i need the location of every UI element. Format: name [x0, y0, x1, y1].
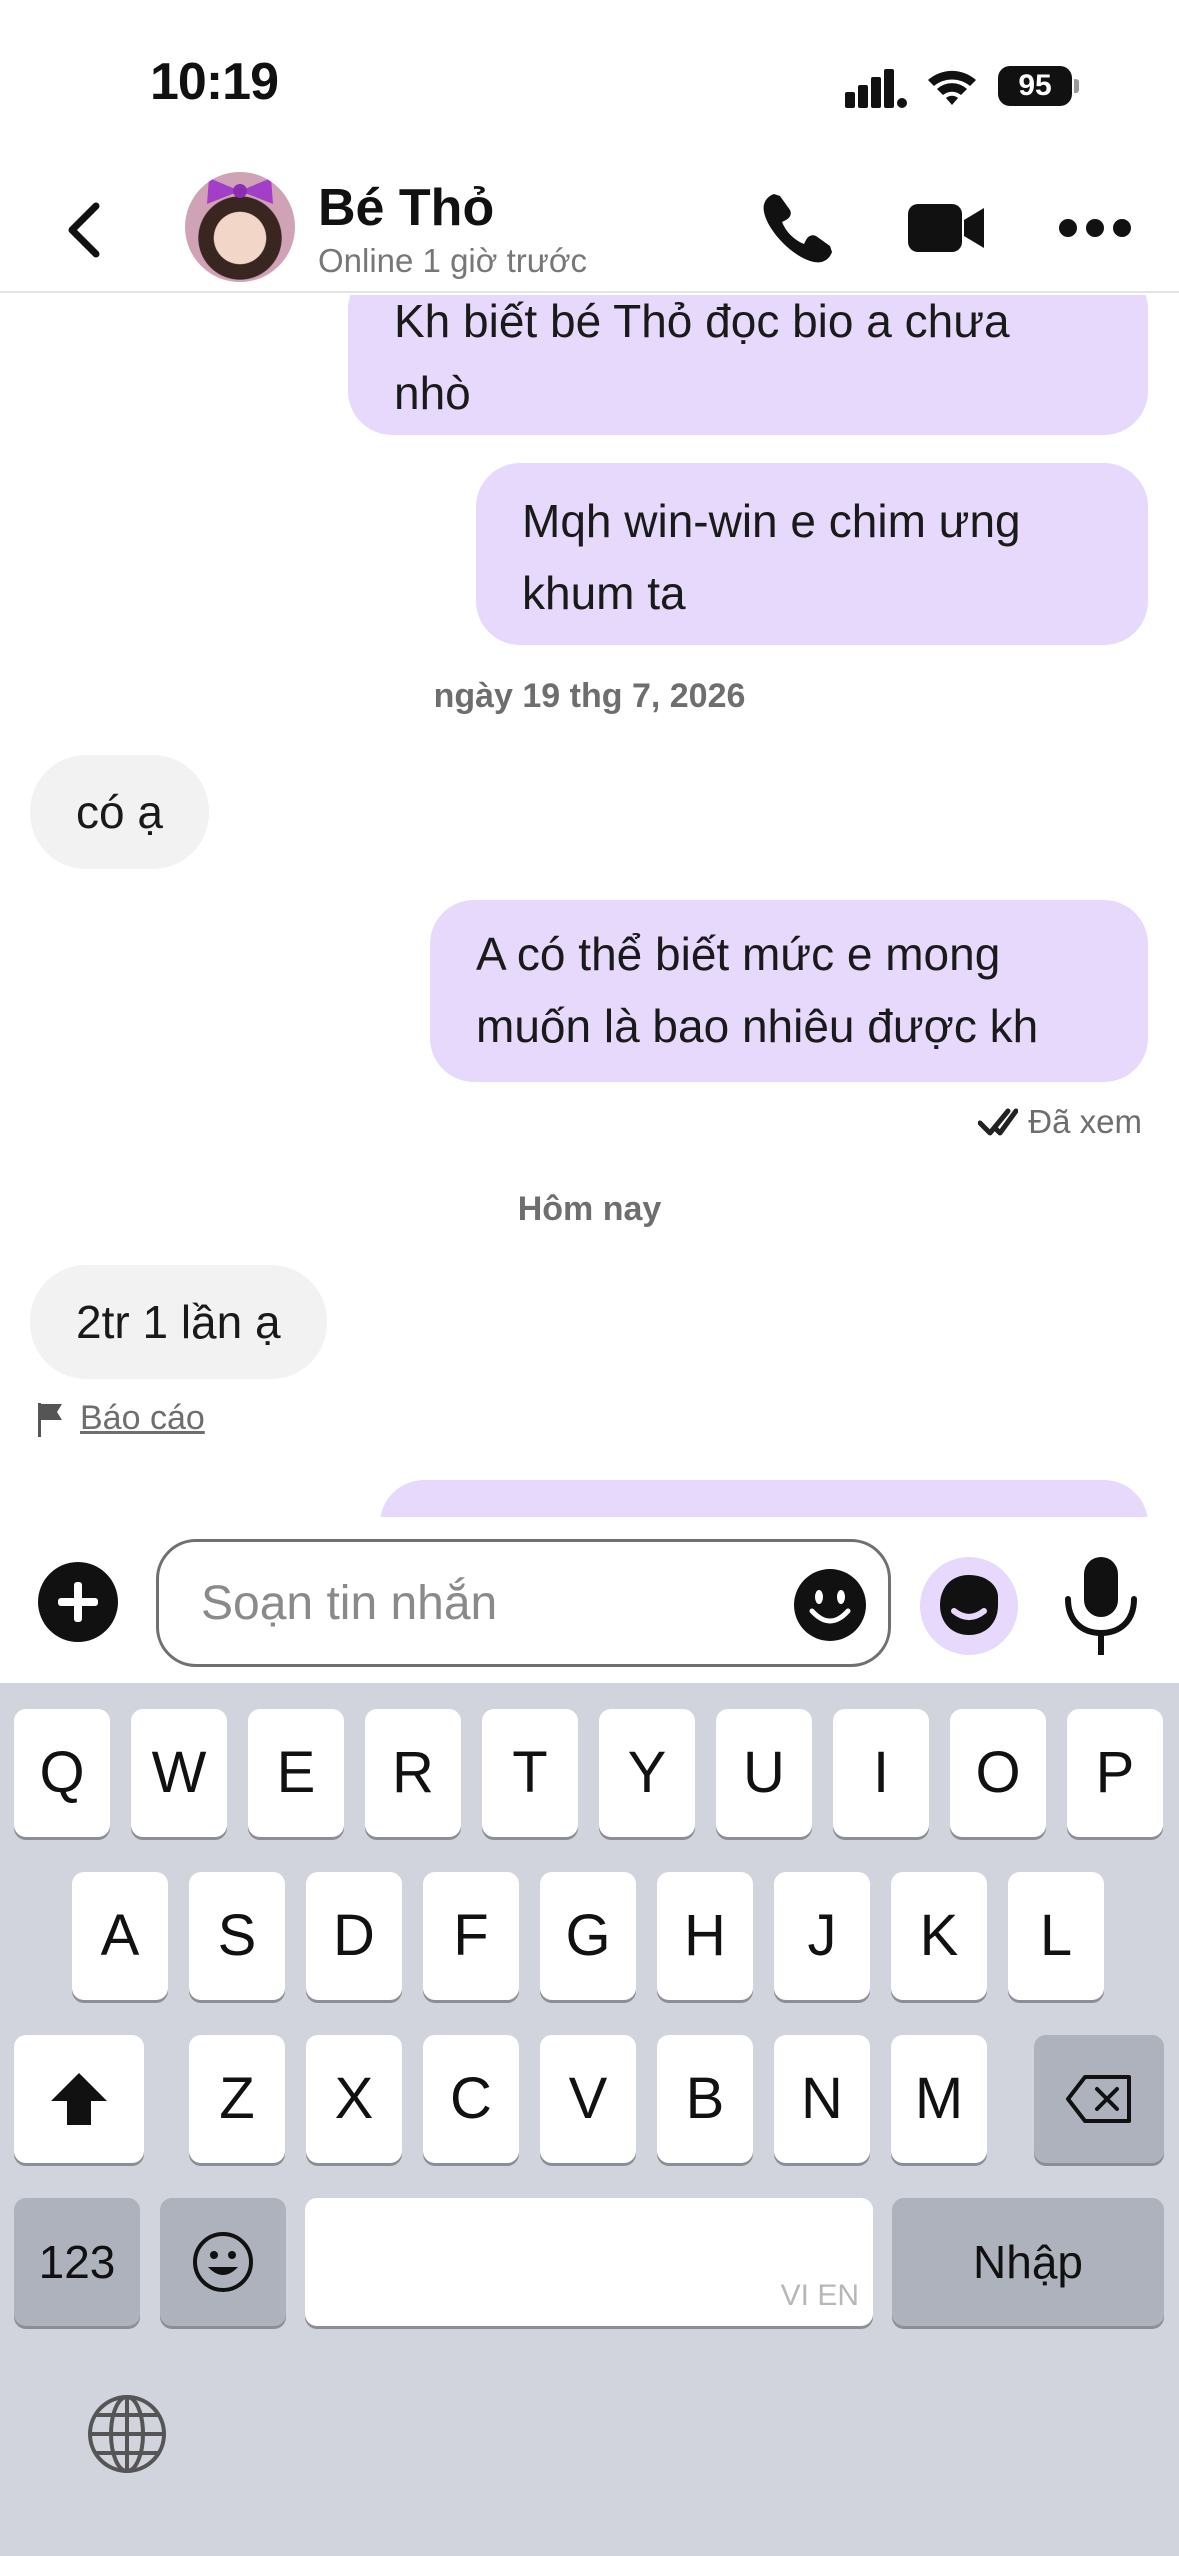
outgoing-message[interactable]: A có thể biết mức e mong muốn là bao nhi… — [430, 900, 1148, 1082]
key-e[interactable]: E — [248, 1709, 344, 1837]
key-s[interactable]: S — [189, 1872, 285, 2000]
numbers-key[interactable]: 123 — [14, 2198, 140, 2326]
key-i[interactable]: I — [833, 1709, 929, 1837]
status-time: 10:19 — [150, 53, 279, 111]
key-d[interactable]: D — [306, 1872, 402, 2000]
add-attachment-button[interactable] — [38, 1562, 118, 1642]
key-r[interactable]: R — [365, 1709, 461, 1837]
key-q[interactable]: Q — [14, 1709, 110, 1837]
key-x[interactable]: X — [306, 2035, 402, 2163]
key-j[interactable]: J — [774, 1872, 870, 2000]
status-bar: 10:19 95 — [0, 0, 1179, 160]
avatar-bow-icon — [207, 178, 273, 204]
date-separator: ngày 19 thg 7, 2026 — [433, 677, 746, 715]
key-n[interactable]: N — [774, 2035, 870, 2163]
flag-icon — [38, 1402, 62, 1437]
key-c[interactable]: C — [423, 2035, 519, 2163]
plus-icon — [58, 1582, 98, 1622]
globe-icon[interactable] — [86, 2393, 168, 2475]
contact-avatar[interactable] — [185, 172, 295, 282]
outgoing-message[interactable]: Mqh win-win e chim ưng khum ta — [476, 463, 1148, 645]
space-key[interactable]: VI EN — [305, 2198, 873, 2326]
double-check-icon — [978, 1108, 1019, 1136]
seen-label: Đã xem — [1028, 1103, 1142, 1140]
message-line: Mqh win-win e chim ưng — [522, 495, 1021, 547]
contact-online-status: Online 1 giờ trước — [318, 242, 587, 279]
key-k[interactable]: K — [891, 1872, 987, 2000]
message-line: có ạ — [76, 786, 163, 838]
cellular-signal-icon — [845, 69, 907, 108]
message-line: muốn là bao nhiêu được kh — [476, 1000, 1039, 1052]
report-label[interactable]: Báo cáo — [80, 1399, 205, 1438]
key-v[interactable]: V — [540, 2035, 636, 2163]
chat-header: Bé Thỏ Online 1 giờ trước — [0, 160, 1179, 293]
back-arrow-icon[interactable] — [60, 200, 110, 260]
language-indicator: VI EN — [780, 2279, 859, 2312]
key-w[interactable]: W — [131, 1709, 227, 1837]
message-input[interactable] — [156, 1539, 891, 1667]
sticker-icon — [940, 1575, 998, 1635]
shift-icon — [51, 2073, 107, 2125]
emoji-icon[interactable] — [792, 1567, 868, 1643]
battery-level: 95 — [998, 66, 1072, 106]
phone-call-icon[interactable] — [760, 190, 836, 266]
message-composer — [0, 1517, 1179, 1683]
video-call-icon[interactable] — [908, 200, 986, 256]
key-m[interactable]: M — [891, 2035, 987, 2163]
key-g[interactable]: G — [540, 1872, 636, 2000]
microphone-icon[interactable] — [1060, 1553, 1142, 1659]
contact-name[interactable]: Bé Thỏ — [318, 178, 494, 238]
keyboard: Q W E R T Y U I O P A S D F G H J K L Z … — [0, 1683, 1179, 2556]
key-f[interactable]: F — [423, 1872, 519, 2000]
key-a[interactable]: A — [72, 1872, 168, 2000]
outgoing-message[interactable]: Kh biết bé Thỏ đọc bio a chưa nhò — [348, 295, 1148, 435]
key-t[interactable]: T — [482, 1709, 578, 1837]
key-o[interactable]: O — [950, 1709, 1046, 1837]
seen-receipt: Đã xem — [978, 1103, 1142, 1141]
wifi-icon — [928, 70, 976, 105]
key-u[interactable]: U — [716, 1709, 812, 1837]
more-options-icon[interactable] — [1058, 218, 1132, 238]
battery-indicator: 95 — [998, 66, 1079, 106]
message-line: A có thể biết mức e mong — [476, 928, 1001, 980]
message-line: nhò — [394, 367, 471, 419]
sticker-button[interactable] — [920, 1557, 1018, 1655]
backspace-key[interactable] — [1034, 2035, 1164, 2163]
message-line: Kh biết bé Thỏ đọc bio a chưa — [394, 295, 1010, 347]
backspace-icon — [1066, 2075, 1131, 2123]
message-line: khum ta — [522, 567, 686, 619]
key-y[interactable]: Y — [599, 1709, 695, 1837]
message-list[interactable]: Kh biết bé Thỏ đọc bio a chưa nhò Mqh wi… — [0, 295, 1179, 1517]
key-z[interactable]: Z — [189, 2035, 285, 2163]
return-key[interactable]: Nhập — [892, 2198, 1164, 2326]
battery-tip — [1074, 79, 1079, 93]
key-b[interactable]: B — [657, 2035, 753, 2163]
incoming-message[interactable]: 2tr 1 lần ạ — [30, 1265, 327, 1379]
shift-key[interactable] — [14, 2035, 144, 2163]
emoji-keyboard-key[interactable] — [160, 2198, 286, 2326]
emoji-keyboard-icon — [193, 2232, 253, 2292]
outgoing-message-partial[interactable] — [380, 1480, 1148, 1517]
report-link[interactable]: Báo cáo — [36, 1399, 205, 1438]
incoming-message[interactable]: có ạ — [30, 755, 209, 869]
today-separator: Hôm nay — [517, 1190, 662, 1228]
message-line: 2tr 1 lần ạ — [76, 1296, 281, 1348]
key-p[interactable]: P — [1067, 1709, 1163, 1837]
key-l[interactable]: L — [1008, 1872, 1104, 2000]
key-h[interactable]: H — [657, 1872, 753, 2000]
